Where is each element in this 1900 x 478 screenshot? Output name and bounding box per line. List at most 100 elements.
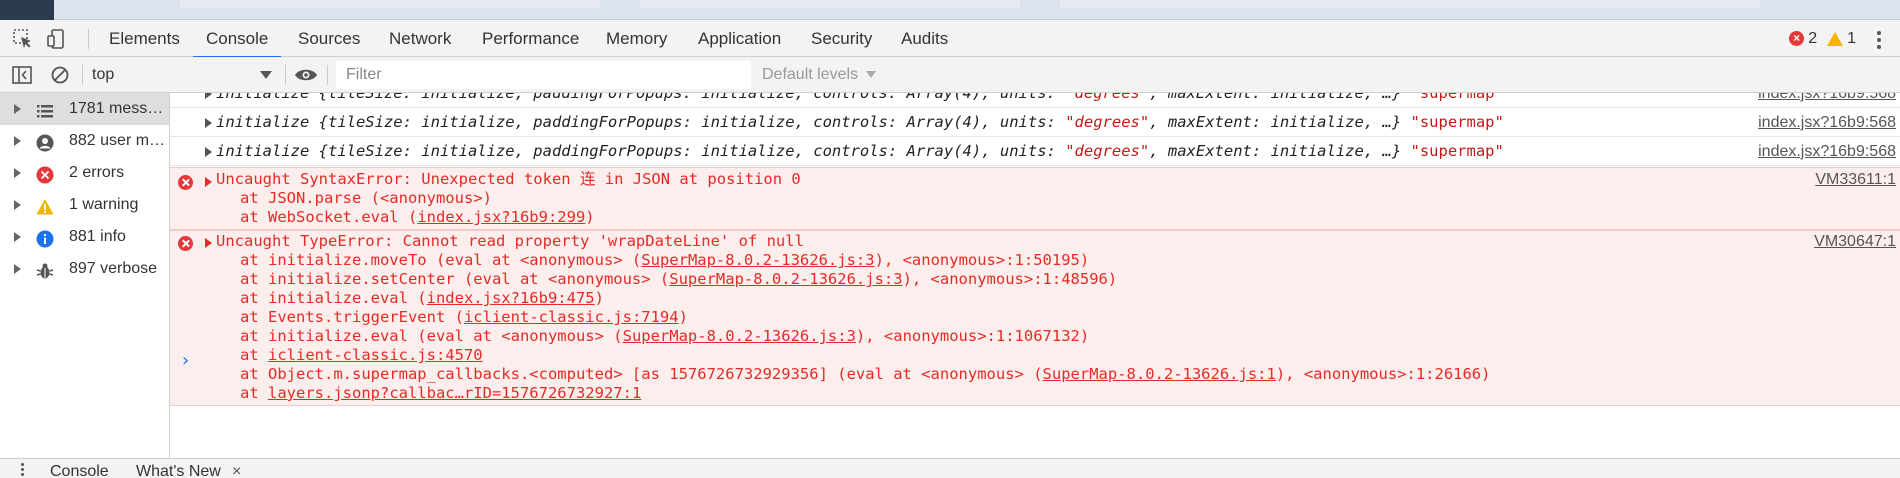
tab-memory[interactable]: Memory <box>606 20 667 57</box>
expand-arrow-icon[interactable] <box>205 177 212 187</box>
error-count: 2 <box>1808 30 1818 47</box>
inspect-element-icon[interactable] <box>12 28 34 50</box>
expand-arrow-icon[interactable] <box>14 200 21 210</box>
more-options-icon[interactable] <box>1876 29 1882 49</box>
drawer-menu-icon[interactable] <box>20 461 24 478</box>
error-title: Uncaught SyntaxError: Unexpected token 连… <box>216 170 801 188</box>
stack-frame-text: ), <anonymous>:1:50195) <box>874 251 1090 269</box>
console-output: initialize {tileSize: initialize, paddin… <box>170 93 1900 458</box>
stack-frame: at JSON.parse (<anonymous>) <box>240 189 492 208</box>
error-message[interactable]: Uncaught TypeError: Cannot read property… <box>170 230 1900 406</box>
tab-performance[interactable]: Performance <box>482 20 579 57</box>
device-toolbar-icon[interactable] <box>46 28 68 50</box>
close-icon[interactable]: × <box>232 463 241 478</box>
sidebar-item-info[interactable]: 881 info <box>0 221 169 253</box>
stack-frame-text: at <box>240 384 268 402</box>
stack-frame: at Events.triggerEvent (iclient-classic.… <box>240 308 688 327</box>
stack-frame: at Object.m.supermap_callbacks.<computed… <box>240 365 1490 384</box>
expand-arrow-icon[interactable] <box>14 168 21 178</box>
stack-frame-link[interactable]: iclient-classic.js:4570 <box>268 346 483 364</box>
log-levels-dropdown[interactable]: Default levels <box>762 57 877 93</box>
tab-application[interactable]: Application <box>698 20 781 57</box>
sidebar-item-verbose[interactable]: 897 verbose <box>0 253 169 285</box>
log-row[interactable]: initialize {tileSize: initialize, paddin… <box>170 108 1900 137</box>
log-text: initialize {tileSize: initialize, paddin… <box>216 142 1066 160</box>
console-prompt[interactable]: › <box>180 350 191 371</box>
sidebar-item-warnings[interactable]: 1 warning <box>0 189 169 221</box>
expand-arrow-icon[interactable] <box>205 93 212 99</box>
tab-network[interactable]: Network <box>389 20 451 57</box>
expand-arrow-icon[interactable] <box>14 232 21 242</box>
stack-frame-link[interactable]: SuperMap-8.0.2-13626.js:3 <box>623 327 856 345</box>
stack-frame: at initialize.moveTo (eval at <anonymous… <box>240 251 1089 270</box>
tab-console[interactable]: Console <box>192 20 282 58</box>
stack-frame-link[interactable]: SuperMap-8.0.2-13626.js:1 <box>1043 365 1276 383</box>
stack-frame: at initialize.eval (index.jsx?16b9:475) <box>240 289 604 308</box>
stack-frame: at layers.jsonp?callbac…rID=157672673292… <box>240 384 641 403</box>
clear-console-icon[interactable] <box>50 65 70 85</box>
sidebar-item-user-messages[interactable]: 882 user m… <box>0 125 169 157</box>
filter-input[interactable] <box>336 61 751 89</box>
stack-frame-text: at Object.m.supermap_callbacks.<computed… <box>240 365 1043 383</box>
stack-frame-text: at initialize.eval ( <box>240 289 427 307</box>
stack-frame-link[interactable]: index.jsx?16b9:475 <box>427 289 595 307</box>
log-text: , maxExtent: initialize, …} <box>1149 93 1402 102</box>
divider <box>88 29 89 49</box>
issue-counts[interactable]: × 2 1 <box>1789 20 1856 57</box>
stack-frame-text: at initialize.setCenter (eval at <anonym… <box>240 270 670 288</box>
log-levels-label: Default levels <box>762 66 859 83</box>
sidebar-item-label: 2 errors <box>69 164 125 181</box>
eye-icon[interactable] <box>294 66 318 84</box>
console-sidebar: 1781 mess… 882 user m… 2 errors 1 warnin… <box>0 93 170 458</box>
expand-arrow-icon[interactable] <box>205 118 212 128</box>
log-value: "supermap" <box>1410 93 1504 102</box>
stack-frame-link[interactable]: index.jsx?16b9:299 <box>417 208 585 226</box>
drawer-tab-console[interactable]: Console <box>50 463 109 478</box>
source-link[interactable]: index.jsx?16b9:568 <box>1758 93 1896 108</box>
stack-frame-link[interactable]: SuperMap-8.0.2-13626.js:3 <box>669 270 902 288</box>
stack-frame: at initialize.setCenter (eval at <anonym… <box>240 270 1117 289</box>
stack-frame: at initialize.eval (eval at <anonymous> … <box>240 327 1089 346</box>
drawer-tab-whats-new[interactable]: What's New <box>136 463 221 478</box>
sidebar-toggle-icon[interactable] <box>12 66 32 84</box>
tab-sources[interactable]: Sources <box>298 20 360 57</box>
log-string: "degrees" <box>1065 142 1150 160</box>
source-link[interactable]: index.jsx?16b9:568 <box>1758 137 1896 166</box>
log-row[interactable]: initialize {tileSize: initialize, paddin… <box>170 137 1900 166</box>
stack-frame-text: ), <anonymous>:1:26166) <box>1275 365 1491 383</box>
warning-icon <box>1827 31 1844 46</box>
stack-frame-link[interactable]: layers.jsonp?callbac…rID=1576726732927:1 <box>268 384 641 402</box>
stack-frame-link[interactable]: iclient-classic.js:7194 <box>464 308 679 326</box>
expand-arrow-icon[interactable] <box>205 147 212 157</box>
list-icon <box>36 100 54 118</box>
source-link[interactable]: VM33611:1 <box>1815 170 1896 189</box>
log-value: "supermap" <box>1410 113 1504 131</box>
expand-arrow-icon[interactable] <box>14 104 21 114</box>
log-row[interactable]: initialize {tileSize: initialize, paddin… <box>170 93 1900 108</box>
context-selector[interactable]: top <box>92 64 272 86</box>
log-value: "supermap" <box>1410 142 1504 160</box>
sidebar-item-errors[interactable]: 2 errors <box>0 157 169 189</box>
tab-security[interactable]: Security <box>811 20 872 57</box>
source-link[interactable]: VM30647:1 <box>1814 232 1896 251</box>
sidebar-item-label: 882 user m… <box>69 132 165 149</box>
log-message: initialize {tileSize: initialize, paddin… <box>216 93 1504 108</box>
log-text: initialize {tileSize: initialize, paddin… <box>216 113 1066 131</box>
stack-frame-text: at initialize.moveTo (eval at <anonymous… <box>240 251 642 269</box>
error-message[interactable]: Uncaught SyntaxError: Unexpected token 连… <box>170 167 1900 230</box>
tab-audits[interactable]: Audits <box>901 20 948 57</box>
user-icon <box>36 132 54 152</box>
expand-arrow-icon[interactable] <box>205 238 212 248</box>
tab-elements[interactable]: Elements <box>109 20 180 57</box>
expand-arrow-icon[interactable] <box>14 136 21 146</box>
page-tab-ghost <box>1060 0 1760 8</box>
page-tab-ghost <box>640 0 1020 8</box>
source-link[interactable]: index.jsx?16b9:568 <box>1758 108 1896 137</box>
log-string: "degrees" <box>1065 113 1150 131</box>
info-icon <box>36 228 54 248</box>
stack-frame-text: ) <box>585 208 595 226</box>
log-text: , maxExtent: initialize, …} <box>1149 113 1402 131</box>
sidebar-item-messages[interactable]: 1781 mess… <box>0 93 169 125</box>
expand-arrow-icon[interactable] <box>14 264 21 274</box>
stack-frame-link[interactable]: SuperMap-8.0.2-13626.js:3 <box>641 251 874 269</box>
